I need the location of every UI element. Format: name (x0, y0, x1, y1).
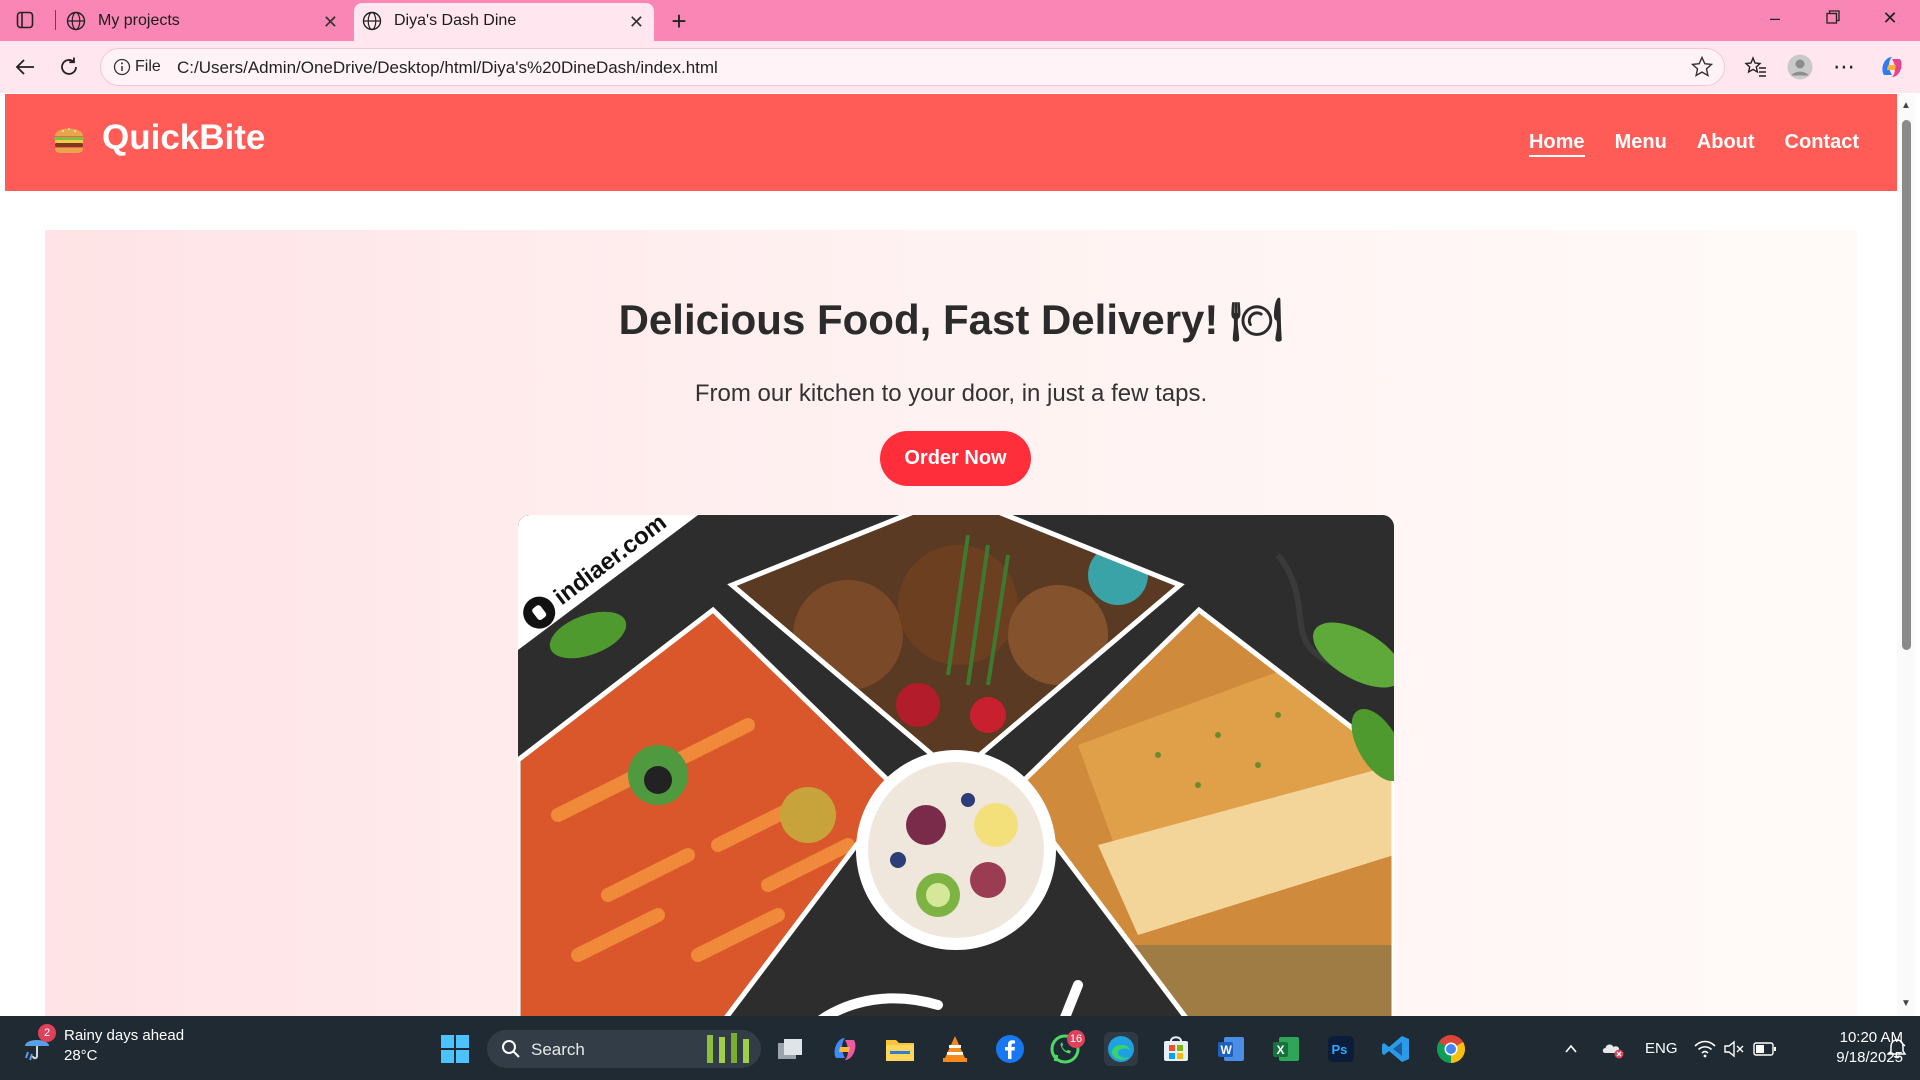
microsoft-store-icon[interactable] (1159, 1032, 1193, 1066)
hero-subtitle: From our kitchen to your door, in just a… (694, 380, 1208, 407)
show-hidden-icons-chevron-icon[interactable] (1554, 1032, 1588, 1066)
page-viewport: QuickBite Home Menu About Contact Delici… (5, 94, 1897, 1016)
brand-name: QuickBite (102, 118, 266, 157)
main-nav: Home Menu About Contact (1528, 131, 1859, 157)
restore-icon[interactable] (1813, 8, 1853, 29)
scroll-up-arrow-icon[interactable]: ▲ (1901, 100, 1911, 111)
burger-icon (50, 119, 88, 157)
copilot-taskbar-icon[interactable] (828, 1032, 862, 1066)
vscode-icon[interactable] (1379, 1032, 1413, 1066)
weather-text: Rainy days ahead 28°C (64, 1026, 184, 1066)
food-collage-image: indiaer.com (518, 515, 1394, 1016)
minimize-icon[interactable]: – (1755, 8, 1795, 29)
nav-link-about[interactable]: About (1697, 131, 1755, 157)
word-icon[interactable]: W (1214, 1032, 1248, 1066)
order-now-button[interactable]: Order Now (880, 431, 1031, 486)
close-tab-icon[interactable]: ✕ (629, 12, 644, 33)
favorites-icon[interactable] (1740, 51, 1772, 83)
svg-text:X: X (1277, 1043, 1285, 1057)
svg-text:Ps: Ps (1332, 1042, 1348, 1057)
tab-title: Diya's Dash Dine (394, 12, 517, 29)
speaker-muted-icon[interactable] (1717, 1032, 1751, 1066)
scroll-down-arrow-icon[interactable]: ▼ (1901, 998, 1911, 1009)
weather-badge: 2 (38, 1024, 56, 1042)
edge-icon[interactable] (1104, 1032, 1138, 1066)
whatsapp-badge: 16 (1067, 1030, 1085, 1048)
file-scheme-label: File (135, 58, 161, 75)
tab-diyas-dash-dine[interactable]: Diya's Dash Dine ✕ (354, 3, 654, 41)
task-view-icon[interactable] (773, 1032, 807, 1066)
search-icon (501, 1039, 521, 1064)
scrollbar-thumb[interactable] (1902, 120, 1911, 650)
chrome-icon[interactable] (1434, 1032, 1468, 1066)
refresh-icon[interactable] (54, 53, 84, 81)
taskbar-search-box[interactable]: Search (487, 1030, 761, 1068)
new-tab-icon[interactable]: + (664, 6, 694, 37)
file-explorer-icon[interactable] (883, 1032, 917, 1066)
browser-tab-strip: My projects ✕ Diya's Dash Dine ✕ + – ✕ (0, 0, 1920, 41)
close-tab-icon[interactable]: ✕ (323, 12, 338, 33)
brand-logo[interactable]: QuickBite (50, 118, 265, 158)
windows-start-icon[interactable] (438, 1032, 472, 1066)
excel-icon[interactable]: X (1269, 1032, 1303, 1066)
more-options-icon[interactable]: ⋯ (1828, 51, 1860, 83)
favorite-star-icon[interactable] (1690, 55, 1714, 84)
tab-my-projects[interactable]: My projects ✕ (58, 3, 348, 41)
tab-separator (55, 10, 56, 30)
hero-title: Delicious Food, Fast Delivery! 🍽 (618, 296, 1284, 343)
svg-text:W: W (1221, 1043, 1233, 1057)
search-label: Search (531, 1040, 585, 1059)
copilot-icon[interactable] (1876, 51, 1908, 83)
onedrive-error-icon[interactable] (1596, 1032, 1630, 1066)
page-scrollbar[interactable]: ▲ ▼ (1897, 94, 1915, 1016)
info-icon[interactable] (113, 58, 131, 81)
nav-link-menu[interactable]: Menu (1615, 131, 1667, 157)
tab-actions-icon[interactable] (10, 7, 40, 33)
notification-bell-icon[interactable] (1880, 1032, 1914, 1066)
vlc-icon[interactable] (938, 1032, 972, 1066)
photoshop-icon[interactable]: Ps (1324, 1032, 1358, 1066)
battery-icon[interactable] (1748, 1032, 1782, 1066)
globe-icon (362, 11, 382, 36)
weather-temp: 28°C (64, 1047, 98, 1064)
windows-taskbar: 2 Rainy days ahead 28°C Search 16 W X Ps… (0, 1016, 1920, 1080)
tab-title: My projects (98, 12, 180, 29)
browser-toolbar: File C:/Users/Admin/OneDrive/Desktop/htm… (0, 41, 1920, 93)
language-indicator[interactable]: ENG (1645, 1040, 1678, 1057)
nav-link-home[interactable]: Home (1528, 131, 1585, 157)
facebook-icon[interactable] (993, 1032, 1027, 1066)
url-text[interactable]: C:/Users/Admin/OneDrive/Desktop/html/Diy… (177, 58, 718, 78)
nav-link-contact[interactable]: Contact (1785, 131, 1859, 157)
profile-avatar-icon[interactable] (1784, 51, 1816, 83)
weather-headline: Rainy days ahead (64, 1027, 185, 1044)
close-window-icon[interactable]: ✕ (1870, 8, 1910, 29)
hero-section: Delicious Food, Fast Delivery! 🍽 From ou… (45, 230, 1857, 1016)
site-header: QuickBite Home Menu About Contact (5, 94, 1897, 191)
back-icon[interactable] (10, 53, 40, 81)
bamboo-highlight-icon (701, 1033, 753, 1070)
address-bar[interactable]: File C:/Users/Admin/OneDrive/Desktop/htm… (100, 48, 1725, 86)
globe-icon (66, 11, 86, 36)
